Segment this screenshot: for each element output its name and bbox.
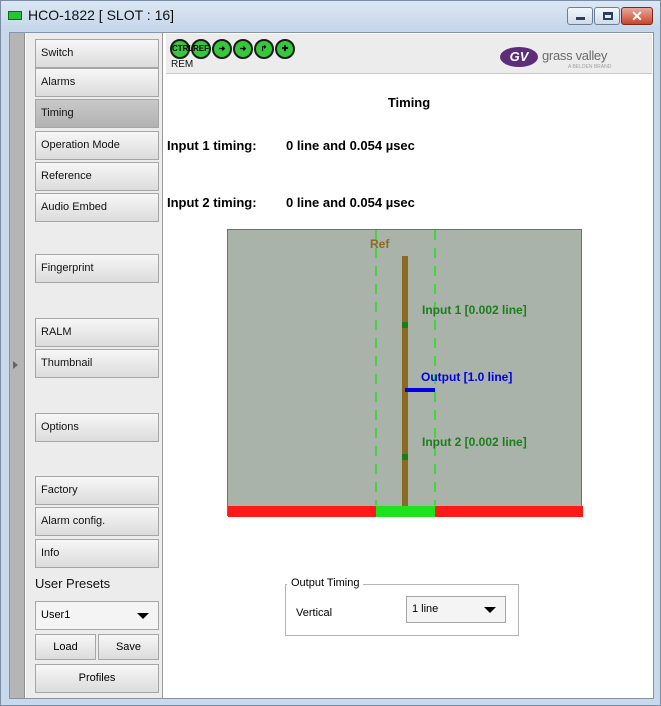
sidebar-item-options[interactable]: Options [35,413,159,442]
sidebar-item-info[interactable]: Info [35,539,159,568]
save-button[interactable]: Save [98,634,159,660]
bar-red-left [228,506,376,517]
app-window: HCO-1822 [ SLOT : 16] ✕ Switch Alarms Ti… [0,0,661,706]
input1-marker [402,322,408,328]
maximize-icon [603,12,613,20]
sidebar-item-audio-embed[interactable]: Audio Embed [35,193,159,222]
sidebar-item-alarm-config[interactable]: Alarm config. [35,507,159,536]
vertical-timing-select[interactable]: 1 line [406,596,506,623]
timing-diagram: Ref Input 1 [0.002 line] Output [1.0 lin… [227,229,583,517]
input2-arrow-icon: ➜ [233,39,253,59]
input1-arrow-icon: ➜ [212,39,232,59]
client-area: Switch Alarms Timing Operation Mode Refe… [9,32,654,699]
minimize-button[interactable] [567,7,593,25]
output-timing-legend: Output Timing [287,577,364,589]
bar-green [376,506,435,517]
ref-bar [402,256,408,506]
collapse-strip[interactable] [10,33,25,698]
gv-logo-sub: A BELDEN BRAND [568,64,612,70]
ref-status-icon: REF [191,39,211,59]
expand-arrow-icon[interactable] [13,361,18,369]
timing-diagram-svg: Ref Input 1 [0.002 line] Output [1.0 lin… [228,230,583,517]
user-preset-select[interactable]: User1 [35,601,159,630]
ref-label: Ref [370,237,390,251]
vertical-timing-value: 1 line [412,603,439,615]
page-title: Timing [387,95,431,110]
close-icon: ✕ [631,8,643,24]
output-arrow-icon: ↱ [254,39,274,59]
input2-timing-value: 0 line and 0.054 µsec [286,195,415,210]
user-preset-value: User1 [41,609,71,621]
minimize-icon [576,17,585,20]
window-title: HCO-1822 [ SLOT : 16] [28,7,175,23]
sidebar-item-switch[interactable]: Switch [35,39,159,68]
input1-timing-label: Input 1 timing: [167,138,257,153]
gv-logo-mark: GV [500,47,538,67]
sidebar-item-timing[interactable]: Timing [35,99,159,128]
load-button[interactable]: Load [35,634,96,660]
chevron-down-icon [137,613,149,619]
sidebar-item-alarms[interactable]: Alarms [35,68,159,97]
input2-timing-label: Input 2 timing: [167,195,257,210]
sidebar-item-operation-mode[interactable]: Operation Mode [35,131,159,160]
sidebar-item-thumbnail[interactable]: Thumbnail [35,349,159,378]
status-bar: CTRL REF ➜ ➜ ↱ ✚ REM GV grass valley A B… [166,34,652,74]
grass-valley-logo: GV grass valley A BELDEN BRAND [500,46,634,72]
sidebar: Switch Alarms Timing Operation Mode Refe… [26,33,163,698]
title-bar: HCO-1822 [ SLOT : 16] ✕ [1,1,660,31]
gv-logo-text: grass valley [542,48,608,63]
plus-status-icon: ✚ [275,39,295,59]
sidebar-item-reference[interactable]: Reference [35,162,159,191]
sidebar-item-ralm[interactable]: RALM [35,318,159,347]
profiles-button[interactable]: Profiles [35,664,159,693]
input1-timing-value: 0 line and 0.054 µsec [286,138,415,153]
rem-label: REM [171,59,194,70]
ctrl-status-icon: CTRL [170,39,193,59]
app-icon [8,11,22,20]
maximize-button[interactable] [594,7,620,25]
user-presets-label: User Presets [35,576,111,591]
input1-diagram-label: Input 1 [0.002 line] [422,303,527,317]
main-panel: CTRL REF ➜ ➜ ↱ ✚ REM GV grass valley A B… [165,33,653,698]
bar-red-right [435,506,583,517]
output-diagram-label: Output [1.0 line] [421,370,512,384]
sidebar-item-fingerprint[interactable]: Fingerprint [35,254,159,283]
input2-diagram-label: Input 2 [0.002 line] [422,435,527,449]
chevron-down-icon [484,607,496,613]
input2-marker [402,454,408,460]
sidebar-item-factory[interactable]: Factory [35,476,159,505]
vertical-label: Vertical [296,607,333,619]
close-button[interactable]: ✕ [621,7,653,25]
output-marker [405,388,435,392]
